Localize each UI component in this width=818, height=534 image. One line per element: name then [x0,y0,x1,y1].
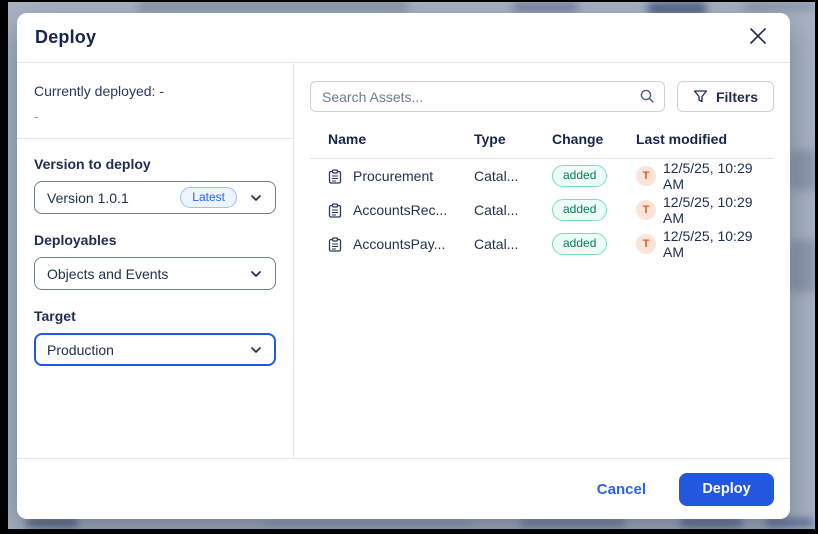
column-header-last-modified: Last modified [636,131,774,147]
asset-name: AccountsRec... [353,202,447,218]
assets-panel: Filters Name Type Change Last modified [294,63,790,458]
close-button[interactable] [744,24,772,52]
deployables-label: Deployables [34,232,276,248]
asset-name: Procurement [353,168,433,184]
modal-footer: Cancel Deploy [17,458,790,519]
modal-header: Deploy [17,13,790,63]
version-to-deploy-label: Version to deploy [34,156,276,172]
background-blur-shape [766,518,814,527]
table-row[interactable]: AccountsPay... Catal... added T 12/5/25,… [310,227,774,261]
deploy-settings-panel: Currently deployed: - - Version to deplo… [17,63,294,458]
currently-deployed-section: Currently deployed: - - [17,63,293,139]
field-version-to-deploy: Version to deploy Version 1.0.1 Latest [34,156,276,214]
deploy-modal: Deploy Currently deployed: - - Version t… [17,13,790,519]
background-blur-shape [743,2,813,11]
close-icon [747,25,769,50]
column-header-name: Name [328,131,474,147]
column-header-change: Change [552,131,636,147]
field-target: Target Production [34,308,276,366]
currently-deployed-label: Currently deployed: - [34,83,276,99]
last-modified-value: 12/5/25, 10:29 AM [663,194,774,226]
modal-title: Deploy [35,27,96,48]
change-badge: added [552,199,607,220]
assets-table-header: Name Type Change Last modified [310,125,774,152]
deploy-fields: Version to deploy Version 1.0.1 Latest D… [17,139,293,384]
background-blur-shape [513,2,578,12]
asset-type: Catal... [474,236,552,252]
column-header-type: Type [474,131,552,147]
background-blur-shape [138,2,408,12]
asset-name: AccountsPay... [353,236,445,252]
search-input[interactable] [310,81,665,112]
filter-funnel-icon [693,89,708,104]
background-blur-shape [790,150,815,190]
avatar: T [636,234,656,254]
change-badge: added [552,165,607,186]
background-blur-shape [26,518,78,527]
currently-deployed-value: - [34,108,276,124]
latest-badge: Latest [180,187,237,208]
clipboard-icon [328,237,342,252]
avatar: T [636,200,656,220]
last-modified-value: 12/5/25, 10:29 AM [663,160,774,192]
modal-body: Currently deployed: - - Version to deplo… [17,63,790,458]
clipboard-icon [328,169,342,184]
search-field-wrap [310,81,665,112]
asset-type: Catal... [474,202,552,218]
change-badge: added [552,233,607,254]
filters-button-label: Filters [716,89,758,105]
assets-toolbar: Filters [310,81,774,112]
cancel-button[interactable]: Cancel [597,481,646,498]
target-select-value: Production [47,342,114,358]
chevron-down-icon [249,343,263,357]
target-label: Target [34,308,276,324]
filters-button[interactable]: Filters [677,81,774,112]
chevron-down-icon [249,267,263,281]
background-blur-shape [680,518,742,527]
deploy-button[interactable]: Deploy [679,473,774,506]
table-row[interactable]: Procurement Catal... added T 12/5/25, 10… [310,159,774,193]
chevron-down-icon [249,191,263,205]
field-deployables: Deployables Objects and Events [34,232,276,290]
assets-table: Name Type Change Last modified Procureme… [310,125,774,261]
background-blur-shape [263,520,473,527]
avatar: T [636,166,656,186]
deployables-select[interactable]: Objects and Events [34,257,276,290]
search-icon [639,88,655,109]
version-select-value: Version 1.0.1 [47,190,129,206]
version-select[interactable]: Version 1.0.1 Latest [34,181,276,214]
background-blur-shape [520,518,625,527]
asset-type: Catal... [474,168,552,184]
last-modified-value: 12/5/25, 10:29 AM [663,228,774,260]
clipboard-icon [328,203,342,218]
background-blur-shape [790,240,815,292]
deployables-select-value: Objects and Events [47,266,168,282]
target-select[interactable]: Production [34,333,276,366]
table-row[interactable]: AccountsRec... Catal... added T 12/5/25,… [310,193,774,227]
